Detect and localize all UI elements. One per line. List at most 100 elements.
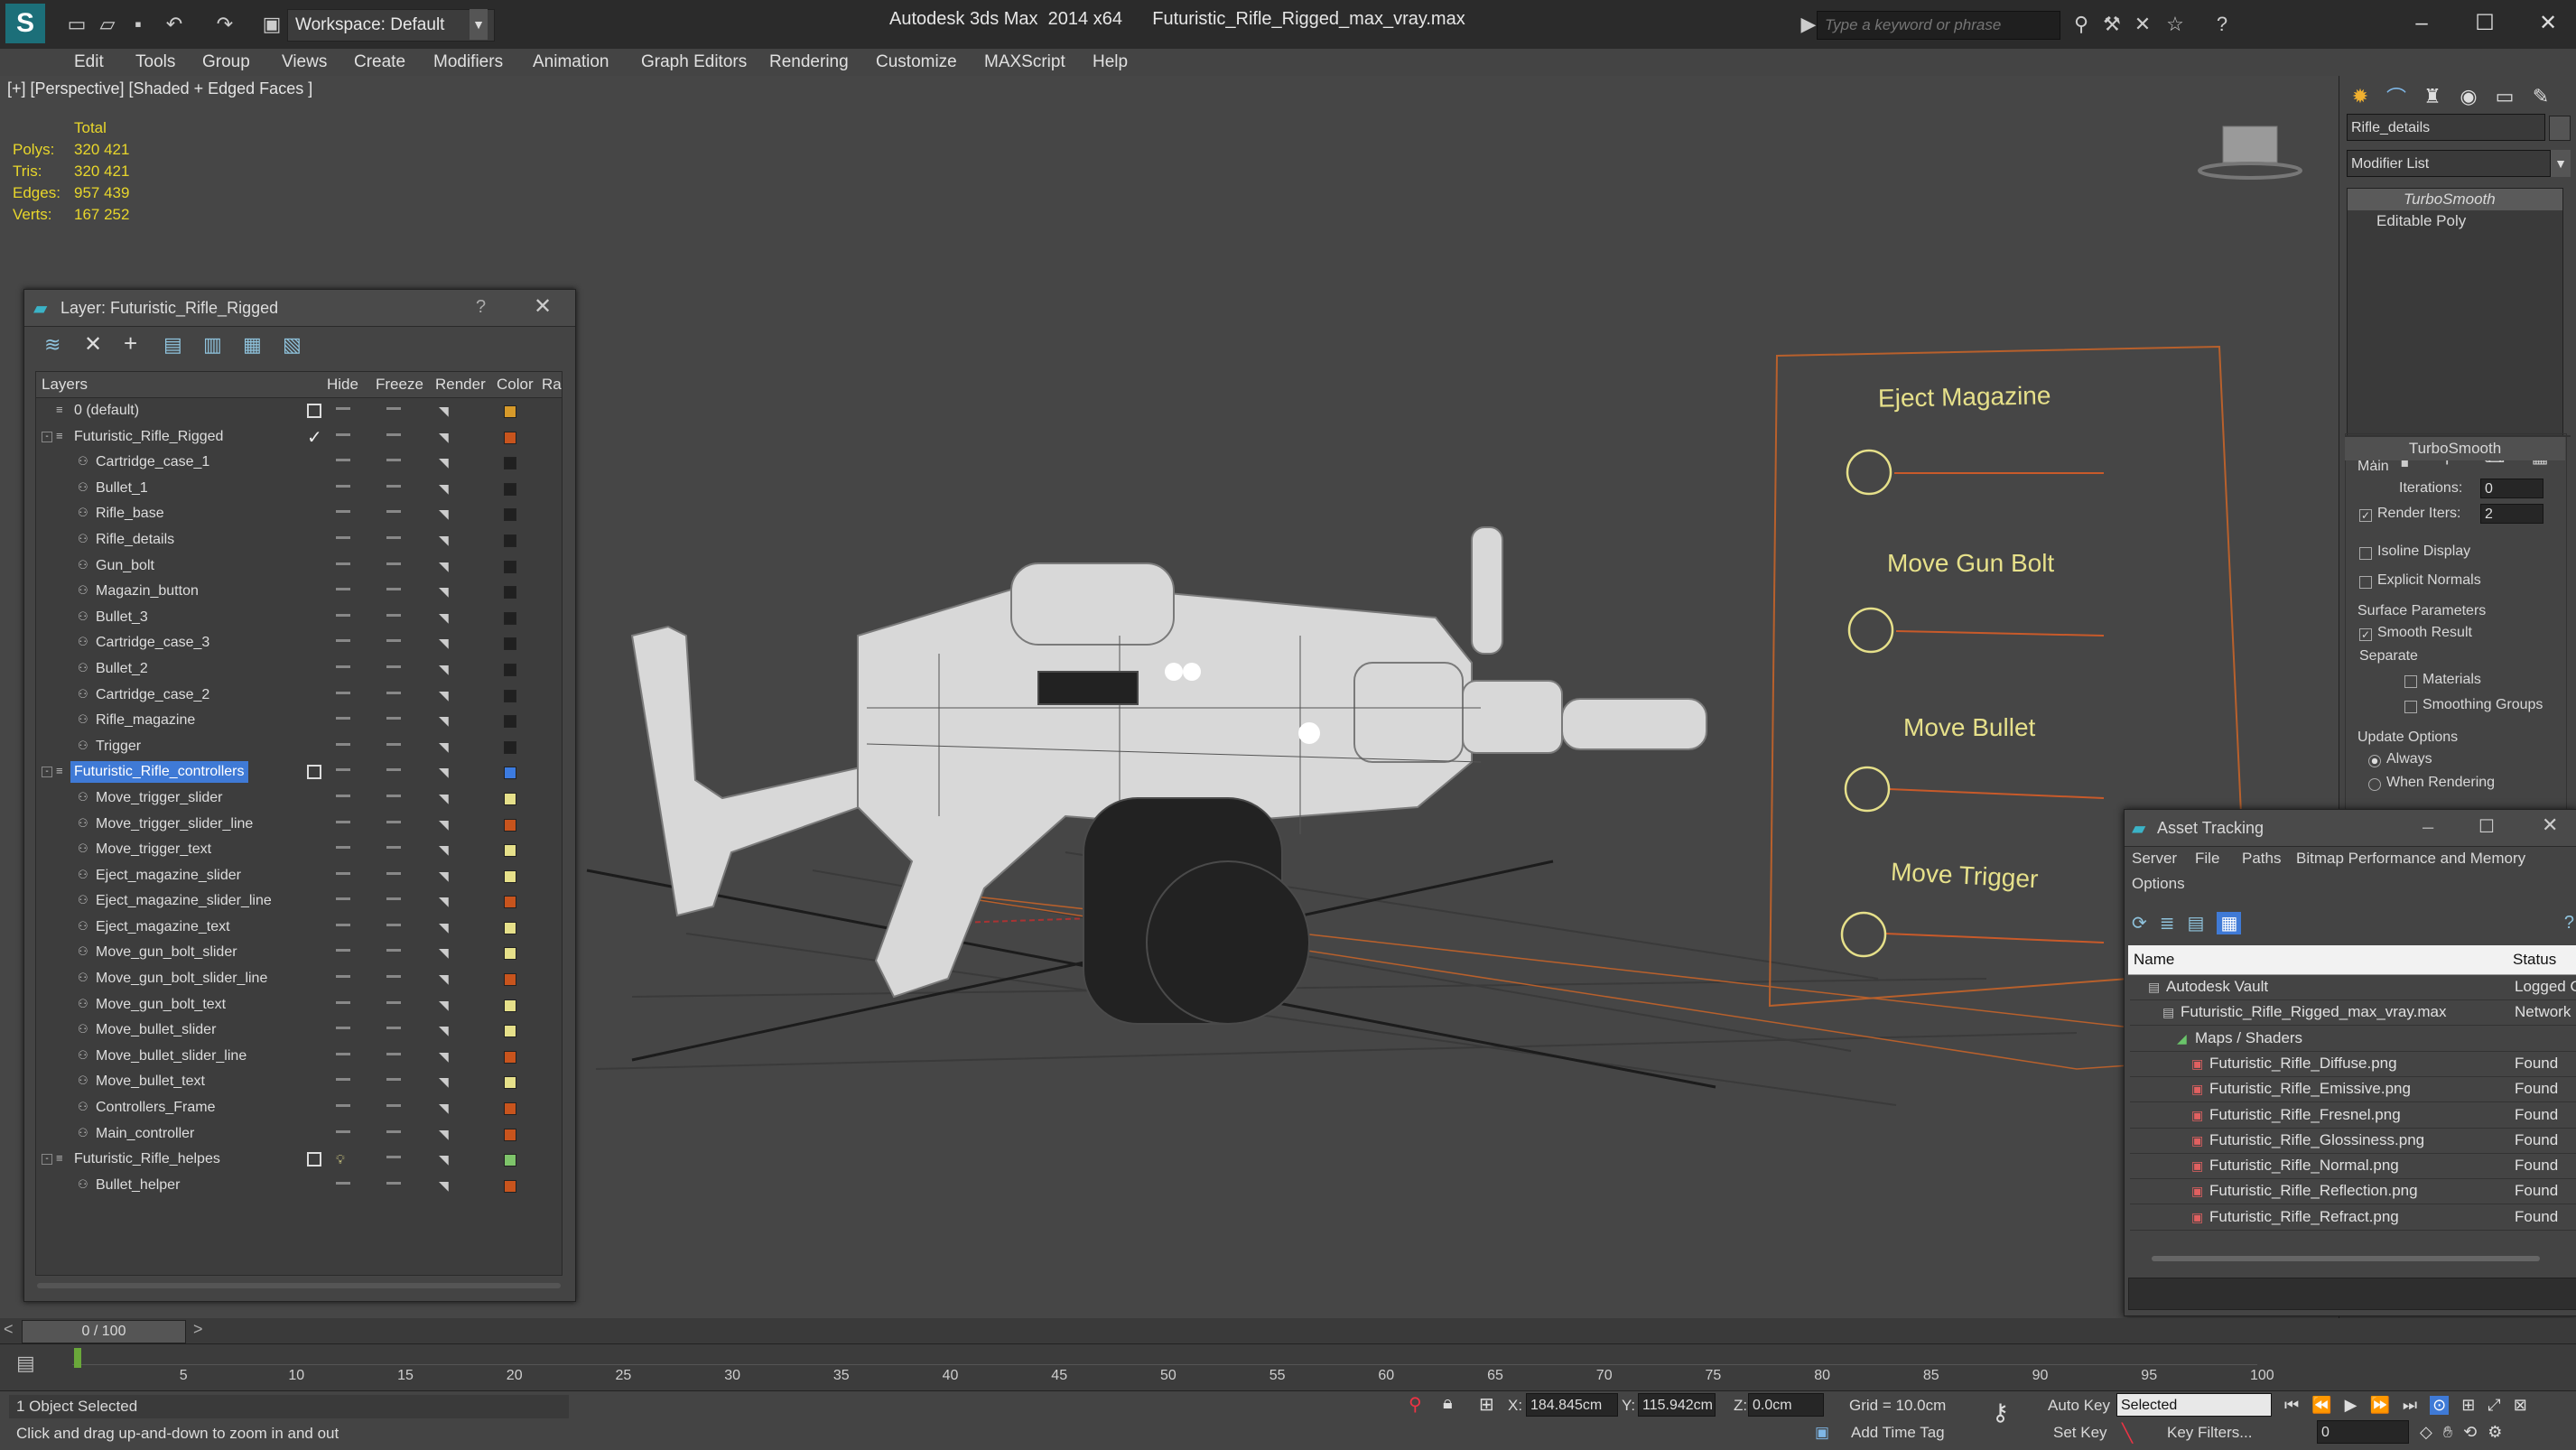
- render-iters-checkbox[interactable]: ✓: [2359, 509, 2372, 522]
- asset-row[interactable]: ▣ Futuristic_Rifle_Reflection.png Found: [2130, 1178, 2576, 1205]
- layer-name[interactable]: Rifle_magazine: [92, 710, 199, 731]
- layer-name[interactable]: Magazin_button: [92, 581, 202, 602]
- layer-object-row[interactable]: ⚇ Cartridge_case_3 ◥: [36, 630, 562, 656]
- render-toggle-icon[interactable]: ◥: [439, 481, 449, 497]
- layer-object-row[interactable]: ⚇ Eject_magazine_text ◥: [36, 915, 562, 941]
- always-radio[interactable]: [2368, 755, 2381, 767]
- freeze-toggle[interactable]: [386, 1027, 401, 1030]
- layer-object-row[interactable]: ⚇ Eject_magazine_slider_line ◥: [36, 888, 562, 915]
- render-toggle-icon[interactable]: ◥: [439, 894, 449, 909]
- render-toggle-icon[interactable]: ◥: [439, 533, 449, 548]
- hide-toggle[interactable]: [336, 975, 350, 979]
- layer-object-row[interactable]: ⚇ Eject_magazine_slider ◥: [36, 863, 562, 889]
- hide-toggle-icon[interactable]: 💡︎: [336, 1152, 345, 1167]
- layer-object-row[interactable]: ⚇ Move_gun_bolt_slider_line ◥: [36, 966, 562, 992]
- auto-key-button[interactable]: Auto Key: [2048, 1397, 2110, 1415]
- y-coordinate-field[interactable]: 115.942cm: [1638, 1393, 1716, 1417]
- object-name-field[interactable]: Rifle_details: [2347, 114, 2545, 141]
- freeze-toggle[interactable]: [386, 1104, 401, 1108]
- hide-all-icon[interactable]: ▦: [243, 333, 262, 357]
- layer-object-row[interactable]: ⚇ Move_trigger_slider ◥: [36, 785, 562, 812]
- hide-toggle[interactable]: [336, 949, 350, 953]
- layer-object-row[interactable]: ⚇ Rifle_magazine ◥: [36, 708, 562, 734]
- layer-name[interactable]: Futuristic_Rifle_helpes: [70, 1148, 224, 1170]
- current-layer-checkmark[interactable]: ✓: [307, 426, 322, 449]
- col-hide[interactable]: Hide: [327, 372, 358, 397]
- hide-toggle[interactable]: [336, 768, 350, 772]
- layer-name[interactable]: Move_gun_bolt_slider: [92, 942, 241, 963]
- hide-toggle[interactable]: [336, 742, 350, 746]
- when-rendering-radio[interactable]: [2368, 778, 2381, 791]
- workspace-dropdown[interactable]: Workspace: Default: [287, 9, 495, 42]
- redo-icon[interactable]: ↷: [213, 13, 237, 36]
- layer-color-swatch[interactable]: [504, 611, 516, 625]
- time-slider-thumb[interactable]: 0 / 100: [22, 1320, 186, 1343]
- hide-toggle[interactable]: [336, 562, 350, 565]
- menu-rendering[interactable]: Rendering: [769, 49, 849, 76]
- layer-color-swatch[interactable]: [504, 689, 516, 702]
- layer-color-swatch[interactable]: [504, 947, 516, 961]
- key-mode-dropdown[interactable]: Selected: [2116, 1393, 2272, 1417]
- layer-name[interactable]: Eject_magazine_slider: [92, 865, 245, 887]
- hide-toggle[interactable]: [336, 846, 350, 850]
- save-icon[interactable]: ▪: [126, 13, 150, 36]
- close-button[interactable]: ✕: [2521, 5, 2575, 42]
- layer-color-swatch[interactable]: [504, 1102, 516, 1116]
- tree-view-icon[interactable]: ▤: [2188, 912, 2205, 934]
- layer-object-row[interactable]: ⚇ Bullet_3 ◥: [36, 605, 562, 631]
- isolate-icon[interactable]: ⚲: [1409, 1393, 1422, 1416]
- help-icon[interactable]: ?: [476, 297, 486, 318]
- smooth-result-checkbox[interactable]: ✓: [2359, 628, 2372, 641]
- layer-object-row[interactable]: ⚇ Move_trigger_text ◥: [36, 837, 562, 863]
- render-toggle-icon[interactable]: ◥: [439, 1049, 449, 1064]
- render-iters-spinner[interactable]: 2: [2480, 504, 2543, 524]
- hide-toggle[interactable]: [336, 1078, 350, 1082]
- create-layer-icon[interactable]: ≋: [44, 333, 60, 357]
- hide-toggle[interactable]: [336, 1104, 350, 1108]
- hide-toggle[interactable]: [336, 691, 350, 694]
- iterations-spinner[interactable]: 0: [2480, 479, 2543, 498]
- layer-object-row[interactable]: ⚇ Move_bullet_text ◥: [36, 1069, 562, 1095]
- render-toggle-icon[interactable]: ◥: [439, 739, 449, 755]
- expand-toggle[interactable]: -: [42, 1154, 52, 1166]
- asset-row[interactable]: ▣ Futuristic_Rifle_Refract.png Found: [2130, 1204, 2576, 1231]
- col-radiosity[interactable]: Ra: [542, 372, 562, 397]
- help-icon[interactable]: ?: [2564, 913, 2574, 934]
- zoom-icon[interactable]: ⊙: [2430, 1395, 2450, 1415]
- absolute-mode-icon[interactable]: ⊞: [1479, 1393, 1494, 1416]
- layer-name[interactable]: Move_trigger_slider_line: [92, 813, 256, 835]
- play-icon[interactable]: ▶: [2345, 1396, 2357, 1415]
- chevron-down-icon[interactable]: ▼: [470, 9, 488, 40]
- render-toggle-icon[interactable]: ◥: [439, 1023, 449, 1038]
- layer-object-row[interactable]: ⚇ Move_bullet_slider ◥: [36, 1018, 562, 1044]
- isoline-checkbox[interactable]: [2359, 547, 2372, 560]
- freeze-toggle[interactable]: [386, 717, 401, 720]
- layer-name[interactable]: Move_trigger_text: [92, 839, 215, 860]
- layer-color-swatch[interactable]: [504, 1076, 516, 1090]
- go-to-end-icon[interactable]: ⏭: [2403, 1396, 2417, 1415]
- chevron-down-icon[interactable]: ▼: [2551, 150, 2571, 177]
- stack-item-editable-poly[interactable]: Editable Poly: [2348, 210, 2562, 232]
- layer-color-swatch[interactable]: [504, 508, 516, 522]
- hide-toggle[interactable]: [336, 407, 350, 410]
- layer-color-swatch[interactable]: [504, 405, 516, 418]
- object-color-swatch[interactable]: [2549, 116, 2571, 141]
- layer-name[interactable]: Main_controller: [92, 1123, 198, 1145]
- freeze-toggle[interactable]: [386, 510, 401, 514]
- layer-name[interactable]: Eject_magazine_slider_line: [92, 890, 275, 912]
- layer-color-swatch[interactable]: [504, 792, 516, 805]
- asset-row[interactable]: ▣ Futuristic_Rifle_Emissive.png Found: [2130, 1076, 2576, 1103]
- expand-toggle[interactable]: -: [42, 767, 52, 778]
- zoom-extents-icon[interactable]: ⤢: [2488, 1396, 2500, 1415]
- maximize-button[interactable]: ☐: [2478, 815, 2495, 838]
- layer-object-row[interactable]: ⚇ Trigger ◥: [36, 734, 562, 760]
- render-toggle-icon[interactable]: ◥: [439, 1152, 449, 1167]
- freeze-toggle[interactable]: [386, 562, 401, 565]
- chevron-right-icon[interactable]: >: [193, 1320, 203, 1339]
- orbit-icon[interactable]: ⟲: [2463, 1423, 2477, 1442]
- current-layer-checkbox[interactable]: [307, 404, 321, 418]
- col-status[interactable]: Status: [2513, 951, 2556, 969]
- layer-name[interactable]: Move_gun_bolt_slider_line: [92, 968, 271, 990]
- freeze-toggle[interactable]: [386, 1156, 401, 1159]
- asset-tracking-titlebar[interactable]: ▰ Asset Tracking – ☐ ✕: [2125, 810, 2576, 847]
